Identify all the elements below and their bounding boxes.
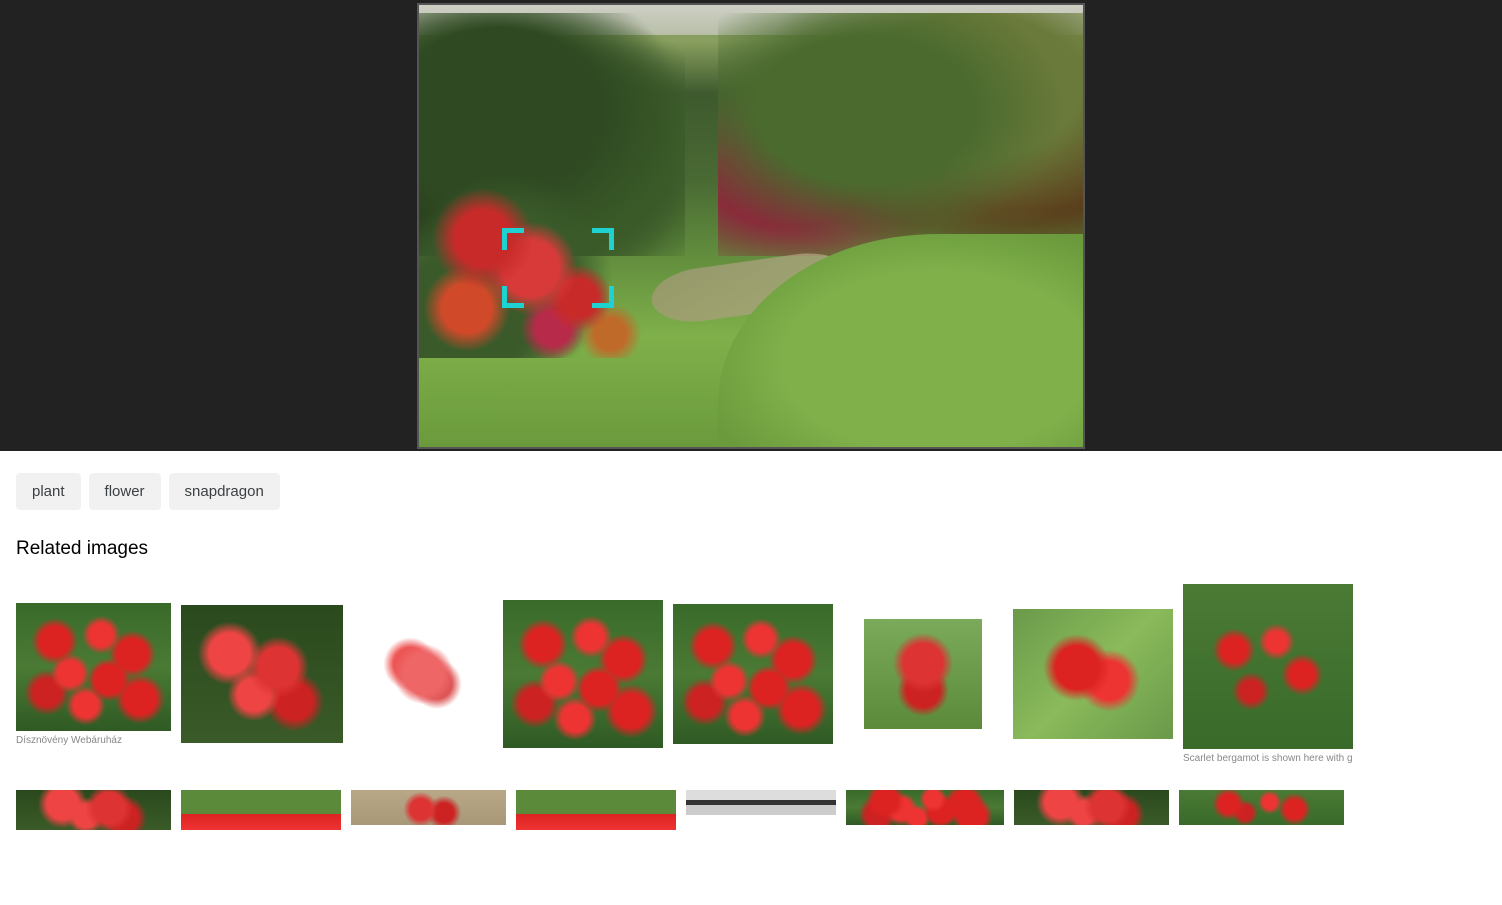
result-cell <box>181 790 341 830</box>
result-thumb[interactable] <box>181 605 343 743</box>
result-cell <box>353 584 493 764</box>
result-cell <box>181 584 343 764</box>
result-thumb[interactable] <box>503 600 663 748</box>
section-title: Related images <box>16 538 1486 560</box>
result-caption: Dísznövény Webáruház <box>16 735 122 746</box>
result-thumb[interactable] <box>379 624 468 724</box>
result-thumb[interactable] <box>351 790 506 825</box>
result-cell <box>503 584 663 764</box>
foliage-right <box>718 13 1083 256</box>
tag-row: plantflowersnapdragon <box>16 473 1486 510</box>
main-image[interactable] <box>417 3 1085 449</box>
result-cell: Dísznövény Webáruház <box>16 584 171 764</box>
tag-snapdragon[interactable]: snapdragon <box>169 473 280 510</box>
result-thumb[interactable] <box>846 790 1004 825</box>
result-cell <box>686 790 836 815</box>
result-thumb[interactable] <box>1013 609 1173 739</box>
result-cell <box>673 584 833 764</box>
flower-bed <box>419 159 738 358</box>
result-thumb[interactable] <box>686 790 836 815</box>
result-cell <box>516 790 676 830</box>
tag-flower[interactable]: flower <box>89 473 161 510</box>
result-thumb[interactable] <box>16 790 171 830</box>
result-thumb[interactable] <box>181 790 341 830</box>
tag-plant[interactable]: plant <box>16 473 81 510</box>
results-grid-2 <box>16 790 1486 830</box>
result-thumb[interactable] <box>1014 790 1169 825</box>
result-thumb[interactable] <box>1179 790 1344 825</box>
result-cell <box>16 790 171 830</box>
result-cell <box>843 584 1003 764</box>
result-cell <box>1179 790 1344 825</box>
result-thumb[interactable] <box>1183 584 1353 749</box>
result-cell <box>1014 790 1169 825</box>
result-thumb[interactable] <box>864 619 982 729</box>
result-caption: Scarlet bergamot is shown here with goos… <box>1183 753 1353 764</box>
image-viewer <box>0 0 1502 451</box>
result-thumb[interactable] <box>16 603 171 731</box>
result-cell: Scarlet bergamot is shown here with goos… <box>1183 584 1353 764</box>
results-panel: plantflowersnapdragon Related images Dís… <box>0 451 1502 830</box>
result-cell <box>351 790 506 825</box>
result-cell <box>1013 584 1173 764</box>
results-grid: Dísznövény Webáruház Scarlet bergamot is … <box>16 584 1486 764</box>
result-thumb[interactable] <box>673 604 833 744</box>
result-thumb[interactable] <box>516 790 676 830</box>
result-cell <box>846 790 1004 825</box>
